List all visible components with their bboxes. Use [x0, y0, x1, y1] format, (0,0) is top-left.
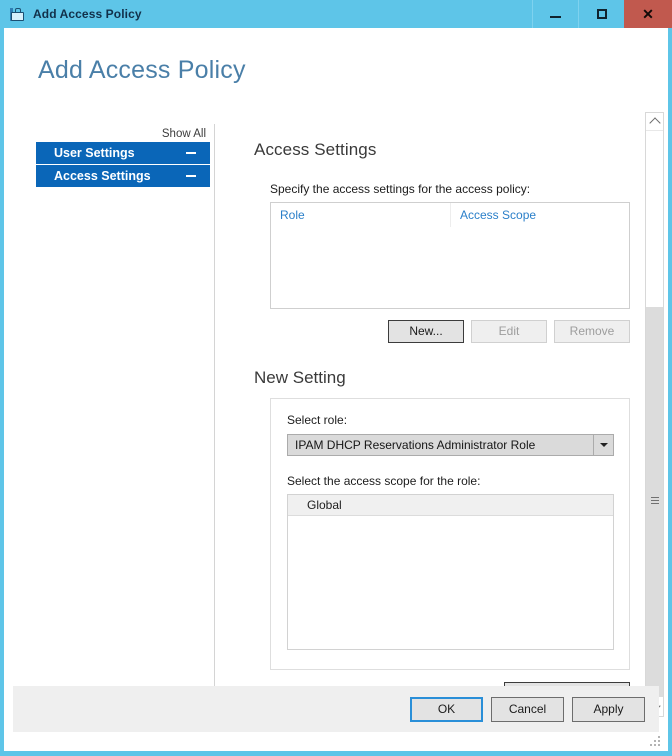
ok-button[interactable]: OK	[410, 696, 483, 722]
cancel-button[interactable]: Cancel	[491, 696, 564, 722]
select-scope-label: Select the access scope for the role:	[287, 474, 481, 488]
select-role-label: Select role:	[287, 413, 348, 427]
resize-grip[interactable]	[648, 734, 660, 746]
close-icon: ✕	[642, 6, 654, 22]
window-title: Add Access Policy	[33, 7, 142, 21]
main-pane: Access Settings Specify the access setti…	[250, 140, 642, 705]
navigation-panel: Show All User Settings Access Settings	[36, 126, 210, 188]
maximize-icon	[596, 9, 607, 19]
access-policy-icon	[9, 6, 25, 22]
collapse-icon[interactable]	[186, 175, 196, 177]
title-bar: Add Access Policy ✕	[0, 0, 672, 28]
remove-button: Remove	[554, 320, 630, 343]
maximize-button[interactable]	[578, 0, 624, 28]
new-setting-group: Select role: IPAM DHCP Reservations Admi…	[270, 398, 630, 670]
column-header-role[interactable]: Role	[271, 203, 451, 227]
dialog-client-area: Add Access Policy Show All User Settings…	[4, 28, 668, 751]
new-button[interactable]: New...	[388, 320, 464, 343]
collapse-icon[interactable]	[186, 152, 196, 154]
apply-button[interactable]: Apply	[572, 696, 645, 722]
sidebar-item-user-settings[interactable]: User Settings	[36, 142, 210, 164]
column-header-access-scope[interactable]: Access Scope	[451, 203, 629, 227]
minimize-button[interactable]	[532, 0, 578, 28]
dialog-footer: OK Cancel Apply	[13, 686, 659, 732]
sidebar-item-label: User Settings	[54, 146, 135, 160]
sidebar-item-access-settings[interactable]: Access Settings	[36, 165, 210, 187]
grid-header-row: Role Access Scope	[271, 203, 629, 227]
chevron-down-icon[interactable]	[593, 435, 613, 455]
role-dropdown-value: IPAM DHCP Reservations Administrator Rol…	[295, 438, 536, 452]
list-item[interactable]: Global	[288, 495, 613, 516]
close-button[interactable]: ✕	[624, 0, 672, 28]
access-scope-list[interactable]: Global	[287, 494, 614, 650]
scroll-up-button[interactable]	[646, 113, 663, 131]
role-dropdown[interactable]: IPAM DHCP Reservations Administrator Rol…	[287, 434, 614, 456]
instruction-text: Specify the access settings for the acce…	[270, 182, 531, 196]
scrollbar-grip	[651, 497, 659, 507]
access-settings-grid[interactable]: Role Access Scope	[270, 202, 630, 309]
show-all-link[interactable]: Show All	[36, 126, 210, 142]
dialog-window: Add Access Policy ✕ Add Access Policy Sh…	[0, 0, 672, 756]
chevron-up-icon	[648, 117, 661, 129]
scrollbar-thumb[interactable]	[646, 307, 663, 697]
edit-button: Edit	[471, 320, 547, 343]
new-setting-title: New Setting	[254, 368, 346, 387]
section-title: Access Settings	[254, 140, 377, 159]
grid-action-buttons: New... Edit Remove	[250, 320, 630, 343]
page-title: Add Access Policy	[38, 56, 246, 84]
nav-separator	[214, 124, 215, 720]
minimize-icon	[550, 15, 561, 18]
window-controls: ✕	[532, 0, 672, 28]
vertical-scrollbar[interactable]	[645, 112, 664, 717]
sidebar-item-label: Access Settings	[54, 169, 151, 183]
